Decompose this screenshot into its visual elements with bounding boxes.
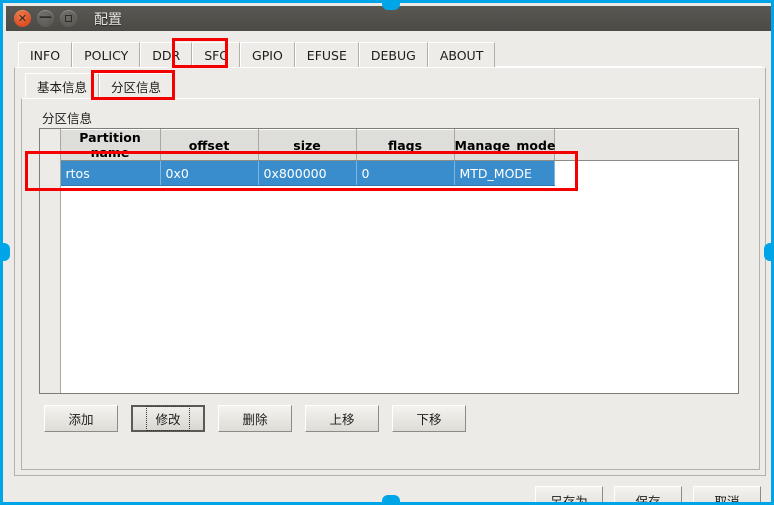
column-header-flags[interactable]: flags (356, 129, 455, 161)
save-as-button-label: 另存为 (550, 493, 588, 505)
column-header-partition-name[interactable]: Partition name (60, 129, 161, 161)
table-action-buttons: 添加 修改 删除 上移 下移 (44, 405, 466, 432)
tab-policy[interactable]: POLICY (72, 42, 141, 67)
cell-manage-mode[interactable]: MTD_MODE (454, 160, 555, 186)
tab-debug-label: DEBUG (370, 47, 416, 63)
partition-info-panel: 分区信息 Partition name offset size flags Ma… (21, 98, 760, 470)
delete-button-label: 删除 (242, 412, 268, 427)
window-title: 配置 (94, 11, 122, 28)
table-header-filler (554, 129, 738, 161)
column-label: Partition name (79, 130, 141, 160)
modify-button-label: 修改 (146, 406, 190, 431)
resize-handle-bottom[interactable] (382, 495, 400, 502)
cell-flags[interactable]: 0 (356, 160, 455, 186)
resize-handle-right[interactable] (764, 243, 771, 261)
delete-button[interactable]: 删除 (218, 405, 292, 432)
tab-basic-info-label: 基本信息 (37, 79, 88, 95)
tab-ddr[interactable]: DDR (140, 42, 193, 67)
tab-efuse-label: EFUSE (306, 47, 347, 63)
row-header-gutter (40, 129, 61, 393)
tab-info[interactable]: INFO (18, 42, 73, 67)
tab-partition-info[interactable]: 分区信息 (99, 73, 174, 98)
move-up-button[interactable]: 上移 (305, 405, 379, 432)
cell-size[interactable]: 0x800000 (258, 160, 357, 186)
save-button-label: 保存 (635, 493, 661, 505)
tab-efuse[interactable]: EFUSE (294, 42, 359, 67)
inner-tab-bar: 基本信息 分区信息 (25, 72, 174, 98)
config-window: ✕ — 配置 INFO POLICY DDR SFC GPIO EFUSE DE… (0, 0, 774, 505)
move-up-button-label: 上移 (329, 412, 355, 427)
tab-about-label: ABOUT (439, 47, 484, 63)
table-empty-row (40, 185, 738, 211)
minimize-icon[interactable]: — (37, 10, 54, 27)
section-title: 分区信息 (42, 111, 93, 126)
partition-table: Partition name offset size flags Manage_… (40, 129, 738, 211)
move-down-button-label: 下移 (416, 412, 442, 427)
cell-partition-name[interactable]: rtos (60, 160, 161, 186)
resize-handle-top[interactable] (382, 3, 400, 10)
column-label: offset (188, 137, 230, 153)
maximize-icon[interactable] (60, 10, 77, 27)
column-label: Manage_mode (454, 137, 556, 153)
sfc-panel: 基本信息 分区信息 分区信息 Partition name offset siz… (14, 67, 766, 476)
empty-row-space (60, 185, 738, 211)
dialog-buttons: 另存为 保存 取消 (535, 486, 761, 505)
outer-tab-bar: INFO POLICY DDR SFC GPIO EFUSE DEBUG ABO… (18, 41, 496, 67)
column-label: flags (387, 137, 423, 153)
window-content: INFO POLICY DDR SFC GPIO EFUSE DEBUG ABO… (6, 31, 771, 505)
tab-partition-info-label: 分区信息 (111, 79, 162, 95)
column-label: size (293, 137, 321, 153)
cell-offset[interactable]: 0x0 (160, 160, 259, 186)
tab-sfc-label: SFC (204, 47, 229, 63)
table-header-row: Partition name offset size flags Manage_… (40, 129, 738, 161)
column-header-size[interactable]: size (258, 129, 357, 161)
table-row[interactable]: 1 rtos 0x0 0x800000 0 MTD_MODE (40, 160, 738, 186)
tab-ddr-label: DDR (152, 47, 181, 63)
partition-table-pane[interactable]: Partition name offset size flags Manage_… (39, 128, 739, 394)
column-header-manage-mode[interactable]: Manage_mode (454, 129, 556, 161)
tab-gpio-label: GPIO (252, 47, 283, 63)
maximize-glyph (60, 10, 77, 27)
resize-handle-left[interactable] (3, 243, 10, 261)
minimize-glyph: — (39, 9, 52, 25)
move-down-button[interactable]: 下移 (392, 405, 466, 432)
cancel-button-label: 取消 (714, 493, 740, 505)
add-button-label: 添加 (68, 412, 94, 427)
tab-basic-info[interactable]: 基本信息 (25, 73, 100, 98)
save-as-button[interactable]: 另存为 (535, 486, 603, 505)
tab-about[interactable]: ABOUT (427, 42, 496, 67)
column-header-offset[interactable]: offset (160, 129, 259, 161)
tab-debug[interactable]: DEBUG (358, 42, 428, 67)
save-button[interactable]: 保存 (614, 486, 682, 505)
cancel-button[interactable]: 取消 (693, 486, 761, 505)
tab-policy-label: POLICY (84, 47, 129, 63)
close-icon[interactable]: ✕ (14, 10, 31, 27)
add-button[interactable]: 添加 (44, 405, 118, 432)
row-trailing-space (554, 160, 738, 186)
modify-button[interactable]: 修改 (131, 405, 205, 432)
close-glyph: ✕ (17, 12, 28, 25)
tab-sfc[interactable]: SFC (192, 42, 241, 67)
tab-info-label: INFO (30, 47, 61, 63)
tab-gpio[interactable]: GPIO (240, 42, 295, 67)
